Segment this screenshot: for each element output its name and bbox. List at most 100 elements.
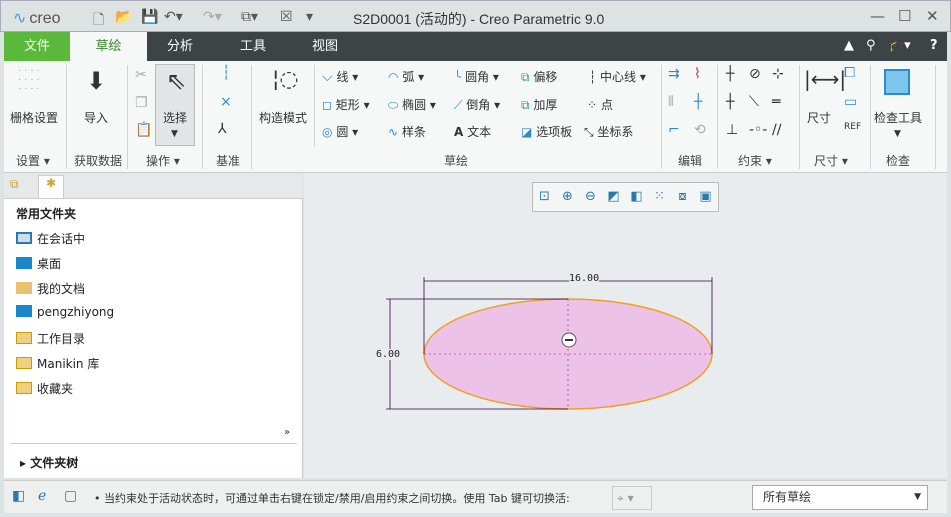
symmetric-constraint-icon[interactable]: -◦-	[749, 122, 767, 138]
status-message: • 当约束处于活动状态时，可通过单击右键在锁定/禁用/启用约束之间切换。使用 T…	[94, 492, 570, 505]
reference-dim-icon[interactable]: REF	[844, 122, 861, 132]
navigator-panel: ⧉ ✱ 常用文件夹 在会话中 桌面 我的文档 pengzhiyong 工作目录 …	[4, 173, 303, 478]
common-folders-title: 常用文件夹	[16, 207, 77, 221]
close-window-icon[interactable]: ☒	[280, 9, 293, 25]
copy-icon[interactable]: ❐	[135, 95, 148, 111]
folder-manikin[interactable]: Manikin 库	[16, 355, 99, 372]
vertical-constraint-icon[interactable]: ┼	[726, 66, 734, 82]
coord-sys-button[interactable]: ⤡ 坐标系	[584, 123, 633, 140]
folder-user[interactable]: pengzhiyong	[16, 305, 114, 319]
search-icon[interactable]: ⚲	[866, 38, 876, 53]
construction-mode-icon: ¦◌	[272, 67, 299, 92]
collapse-ribbon-icon[interactable]: ▲	[844, 38, 854, 53]
paste-icon[interactable]: 📋	[135, 122, 152, 138]
palette-button[interactable]: ◪ 选项板	[521, 123, 572, 140]
window-icon[interactable]: ⧉▾	[241, 9, 258, 25]
divide-icon[interactable]: ⌐	[668, 122, 680, 138]
browser-toggle-icon[interactable]: ℯ	[38, 488, 46, 504]
group-get-data: 获取数据	[74, 154, 123, 168]
offset-button[interactable]: ⧉ 偏移	[521, 68, 557, 85]
modify-icon[interactable]: ⇉	[668, 66, 680, 82]
width-dimension-value[interactable]: 16.00	[569, 273, 600, 284]
save-icon[interactable]: 💾	[141, 9, 158, 25]
tab-view[interactable]: 视图	[292, 32, 358, 61]
folder-working-dir[interactable]: 工作目录	[16, 330, 85, 347]
height-dimension-value[interactable]: 6.00	[376, 349, 401, 360]
folder-documents[interactable]: 我的文档	[16, 280, 85, 297]
folder-browser-tab[interactable]: ✱	[38, 175, 64, 199]
horizontal-constraint-icon[interactable]: ┼	[726, 94, 734, 110]
equal-constraint-icon[interactable]: ═	[772, 94, 780, 110]
graphics-canvas[interactable]: ⊡ ⊕ ⊖ ◩ ◧ ⁙ ⧇ ▣ 16.00 6.00	[304, 173, 947, 478]
line-button[interactable]: ⌵ 线 ▾	[322, 68, 358, 85]
construction-mode-button[interactable]: 构造模式	[259, 109, 307, 126]
group-sketch: 草绘	[444, 154, 469, 168]
expand-icon[interactable]: »	[284, 427, 290, 438]
tab-sketch[interactable]: 草绘	[70, 32, 147, 61]
baseline-dim-icon[interactable]: ▭	[844, 94, 857, 110]
circle-button[interactable]: ◎ 圆 ▾	[322, 123, 358, 140]
coincident-constraint-icon[interactable]: ⟍	[749, 94, 759, 110]
grid-settings-button[interactable]: 栅格设置	[10, 109, 58, 126]
minimize-button[interactable]: —	[870, 7, 885, 25]
window-title: S2D0001 (活动的) - Creo Parametric 9.0	[353, 11, 605, 27]
find-icon[interactable]: ⌖ ▾	[612, 486, 652, 510]
open-file-icon[interactable]: 📂	[115, 9, 132, 25]
chamfer-button[interactable]: ⟋ 倒角 ▾	[454, 96, 500, 113]
folder-in-session[interactable]: 在会话中	[16, 230, 85, 247]
folder-tree-toggle[interactable]: ▸ 文件夹树	[20, 454, 78, 471]
cut-icon[interactable]: ✂	[135, 67, 147, 83]
group-settings[interactable]: 设置 ▾	[16, 152, 50, 169]
redo-icon[interactable]: ↷▾	[203, 9, 222, 25]
dimension-icon: |⟷|	[804, 67, 847, 91]
select-button[interactable]: ⇖ 选择 ▼	[155, 64, 195, 146]
corner-icon[interactable]: ┼	[694, 94, 702, 110]
customize-toolbar-icon[interactable]: ▾	[306, 9, 313, 25]
text-button[interactable]: A 文本	[454, 123, 491, 140]
undo-icon[interactable]: ↶▾	[164, 9, 183, 25]
inspect-tools-button[interactable]: 检查工具	[874, 109, 922, 126]
ellipse-button[interactable]: ⬭ 椭圆 ▾	[388, 96, 436, 113]
group-dimension[interactable]: 尺寸 ▾	[814, 152, 848, 169]
inspect-icon	[884, 69, 910, 95]
mirror-icon[interactable]: ⫴	[668, 94, 674, 110]
maximize-button[interactable]: ☐	[898, 7, 911, 25]
dimension-button[interactable]: 尺寸	[807, 109, 831, 126]
spline-button[interactable]: ∿ 样条	[388, 123, 426, 140]
tab-file[interactable]: 文件	[4, 32, 70, 61]
learning-icon[interactable]: 🎓▾	[888, 38, 911, 53]
perpendicular-constraint-icon[interactable]: ⊥	[726, 122, 738, 138]
navigator-toggle-icon[interactable]: ◧	[12, 488, 25, 504]
folder-favorites[interactable]: 收藏夹	[16, 380, 73, 397]
rotate-resize-icon[interactable]: ⟲	[694, 122, 706, 138]
group-operations[interactable]: 操作 ▾	[146, 152, 180, 169]
parallel-constraint-icon[interactable]: ∕∕	[772, 122, 781, 138]
import-button[interactable]: 导入	[84, 109, 108, 126]
thicken-button[interactable]: ⧉ 加厚	[521, 96, 557, 113]
close-button[interactable]: ✕	[926, 7, 939, 25]
centerline-button[interactable]: ┆ 中心线 ▾	[589, 68, 646, 85]
tab-analysis[interactable]: 分析	[147, 32, 213, 61]
tangent-constraint-icon[interactable]: ⊘	[749, 66, 761, 82]
centerline-datum-icon[interactable]: ┆	[222, 65, 230, 81]
fullscreen-icon[interactable]: ▢	[64, 488, 77, 504]
help-icon[interactable]: ?	[930, 38, 938, 53]
import-icon: ⬇	[86, 67, 107, 95]
point-datum-icon[interactable]: ×	[220, 94, 232, 110]
selection-filter[interactable]: 所有草绘 ▼	[752, 485, 928, 510]
midpoint-constraint-icon[interactable]: ⊹	[772, 66, 784, 82]
group-constrain[interactable]: 约束 ▾	[738, 152, 772, 169]
folder-desktop[interactable]: 桌面	[16, 255, 61, 272]
rectangle-button[interactable]: ◻ 矩形 ▾	[322, 96, 370, 113]
delete-segment-icon[interactable]: ⌇	[694, 66, 701, 82]
model-tree-tab[interactable]: ⧉	[10, 177, 19, 192]
arc-button[interactable]: ◠ 弧 ▾	[388, 68, 424, 85]
new-file-icon[interactable]: 🗋	[93, 9, 104, 33]
point-button[interactable]: ⁘ 点	[587, 96, 613, 113]
chevron-down-icon[interactable]: ▼	[894, 129, 901, 139]
fillet-button[interactable]: ╰ 圆角 ▾	[454, 68, 499, 85]
tab-tools[interactable]: 工具	[220, 32, 286, 61]
group-edit: 编辑	[678, 154, 703, 168]
coordinate-datum-icon[interactable]: ⅄	[218, 121, 227, 137]
perimeter-dim-icon[interactable]: ⧠	[844, 65, 855, 81]
